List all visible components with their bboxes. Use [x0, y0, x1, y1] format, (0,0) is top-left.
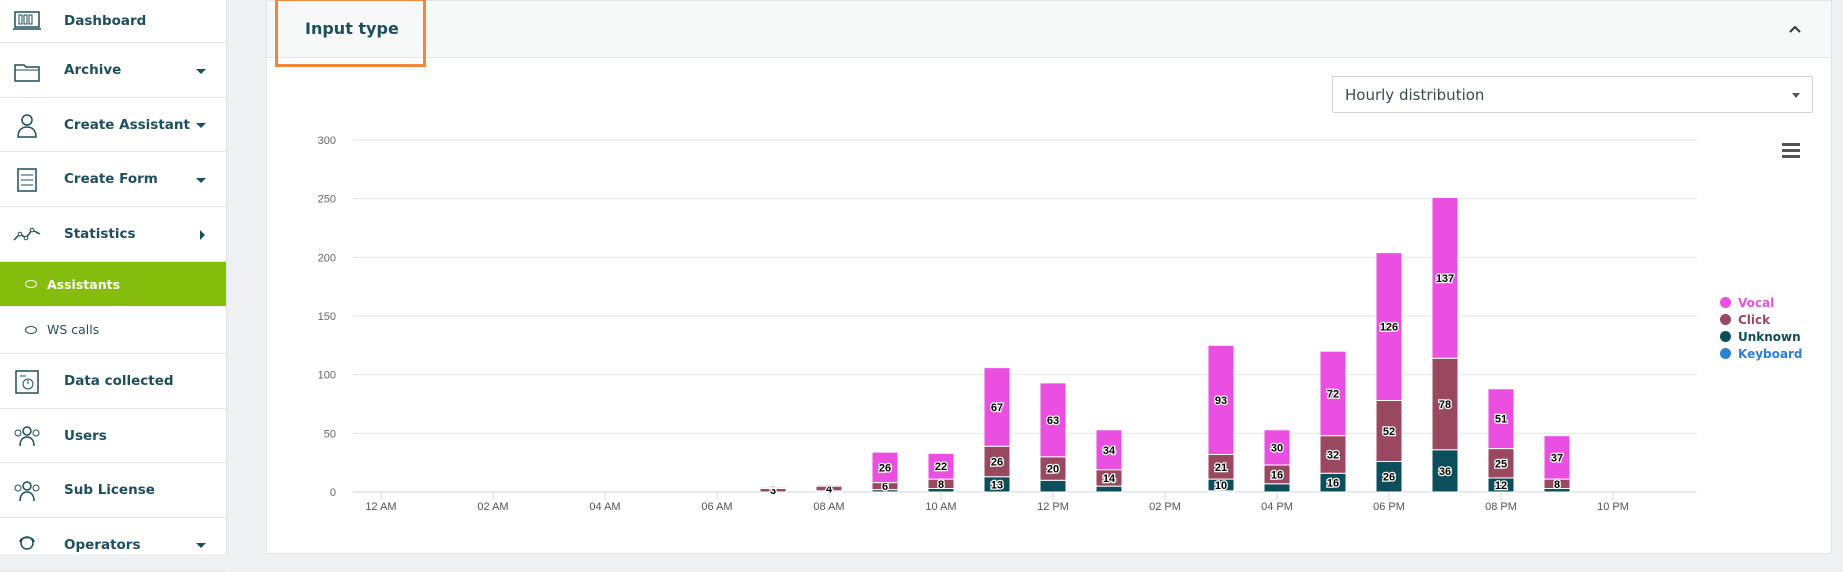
legend-dot	[1720, 297, 1731, 308]
data-label: 13	[991, 479, 1003, 491]
data-label: 10	[1215, 480, 1227, 492]
data-label: 37	[1551, 452, 1563, 464]
legend-dot	[1720, 314, 1731, 325]
data-label: 22	[935, 461, 947, 473]
x-tick-label: 10 AM	[925, 501, 956, 513]
legend-label: Unknown	[1738, 329, 1801, 344]
y-tick-label: 200	[318, 252, 336, 264]
legend-dot	[1720, 331, 1731, 342]
data-label: 20	[1047, 464, 1059, 476]
bar-segment-unknown	[1039, 479, 1067, 493]
data-label: 67	[991, 402, 1003, 414]
chart-legend: Vocal Click Unknown Keyboard	[1720, 294, 1803, 362]
bar-segment-vocal	[759, 486, 787, 489]
y-tick-label: 300	[318, 135, 336, 147]
bar-segment-unknown	[1095, 485, 1123, 493]
data-label: 25	[1495, 458, 1507, 470]
bar-segment-vocal	[815, 484, 843, 487]
y-tick-label: 250	[318, 194, 336, 206]
bar-segment-unknown	[1263, 483, 1291, 493]
y-tick-label: 50	[324, 428, 336, 440]
data-label: 8	[938, 479, 944, 491]
data-label: 30	[1271, 442, 1283, 454]
x-tick-label: 02 AM	[477, 501, 508, 513]
legend-label: Vocal	[1738, 295, 1775, 310]
data-label: 63	[1047, 415, 1059, 427]
x-tick-label: 08 AM	[813, 501, 844, 513]
input-type-chart: 0 50 100 150 200 250 300 12 AM 02 AM 04 AM 06 AM 08…	[318, 135, 1697, 513]
x-tick-label: 02 PM	[1149, 501, 1181, 513]
legend-item-keyboard[interactable]: Keyboard	[1720, 345, 1803, 362]
data-label: 16	[1327, 478, 1339, 490]
y-tick-label: 100	[318, 370, 336, 382]
data-label: 93	[1215, 395, 1227, 407]
x-tick-label: 12 AM	[365, 501, 396, 513]
data-label: 78	[1439, 399, 1451, 411]
data-label: 26	[991, 456, 1003, 468]
legend-item-vocal[interactable]: Vocal	[1720, 294, 1803, 311]
data-label: 36	[1439, 466, 1451, 478]
data-label: 8	[1554, 479, 1560, 491]
data-label: 137	[1436, 273, 1454, 285]
data-label: 12	[1495, 480, 1507, 492]
x-tick-label: 06 AM	[701, 501, 732, 513]
data-label: 126	[1380, 322, 1398, 334]
legend-label: Click	[1738, 312, 1771, 327]
data-label: 32	[1327, 449, 1339, 461]
y-tick-label: 150	[318, 311, 336, 323]
x-tick-label: 04 AM	[589, 501, 620, 513]
x-tick-label: 12 PM	[1037, 501, 1069, 513]
data-label: 52	[1383, 426, 1395, 438]
data-label: 72	[1327, 388, 1339, 400]
x-tick-label: 06 PM	[1373, 501, 1405, 513]
data-label: 14	[1103, 473, 1116, 485]
data-label: 21	[1215, 462, 1227, 474]
data-label: 26	[1383, 472, 1395, 484]
legend-item-click[interactable]: Click	[1720, 311, 1803, 328]
x-tick-label: 04 PM	[1261, 501, 1293, 513]
data-label: 34	[1103, 445, 1116, 457]
data-label: 26	[879, 462, 891, 474]
legend-dot	[1720, 348, 1731, 359]
legend-label: Keyboard	[1738, 346, 1803, 361]
x-tick-label: 08 PM	[1485, 501, 1517, 513]
data-label: 16	[1271, 469, 1283, 481]
y-tick-label: 0	[330, 487, 336, 499]
x-tick-label: 10 PM	[1597, 501, 1629, 513]
legend-item-unknown[interactable]: Unknown	[1720, 328, 1803, 345]
data-label: 51	[1495, 414, 1507, 426]
